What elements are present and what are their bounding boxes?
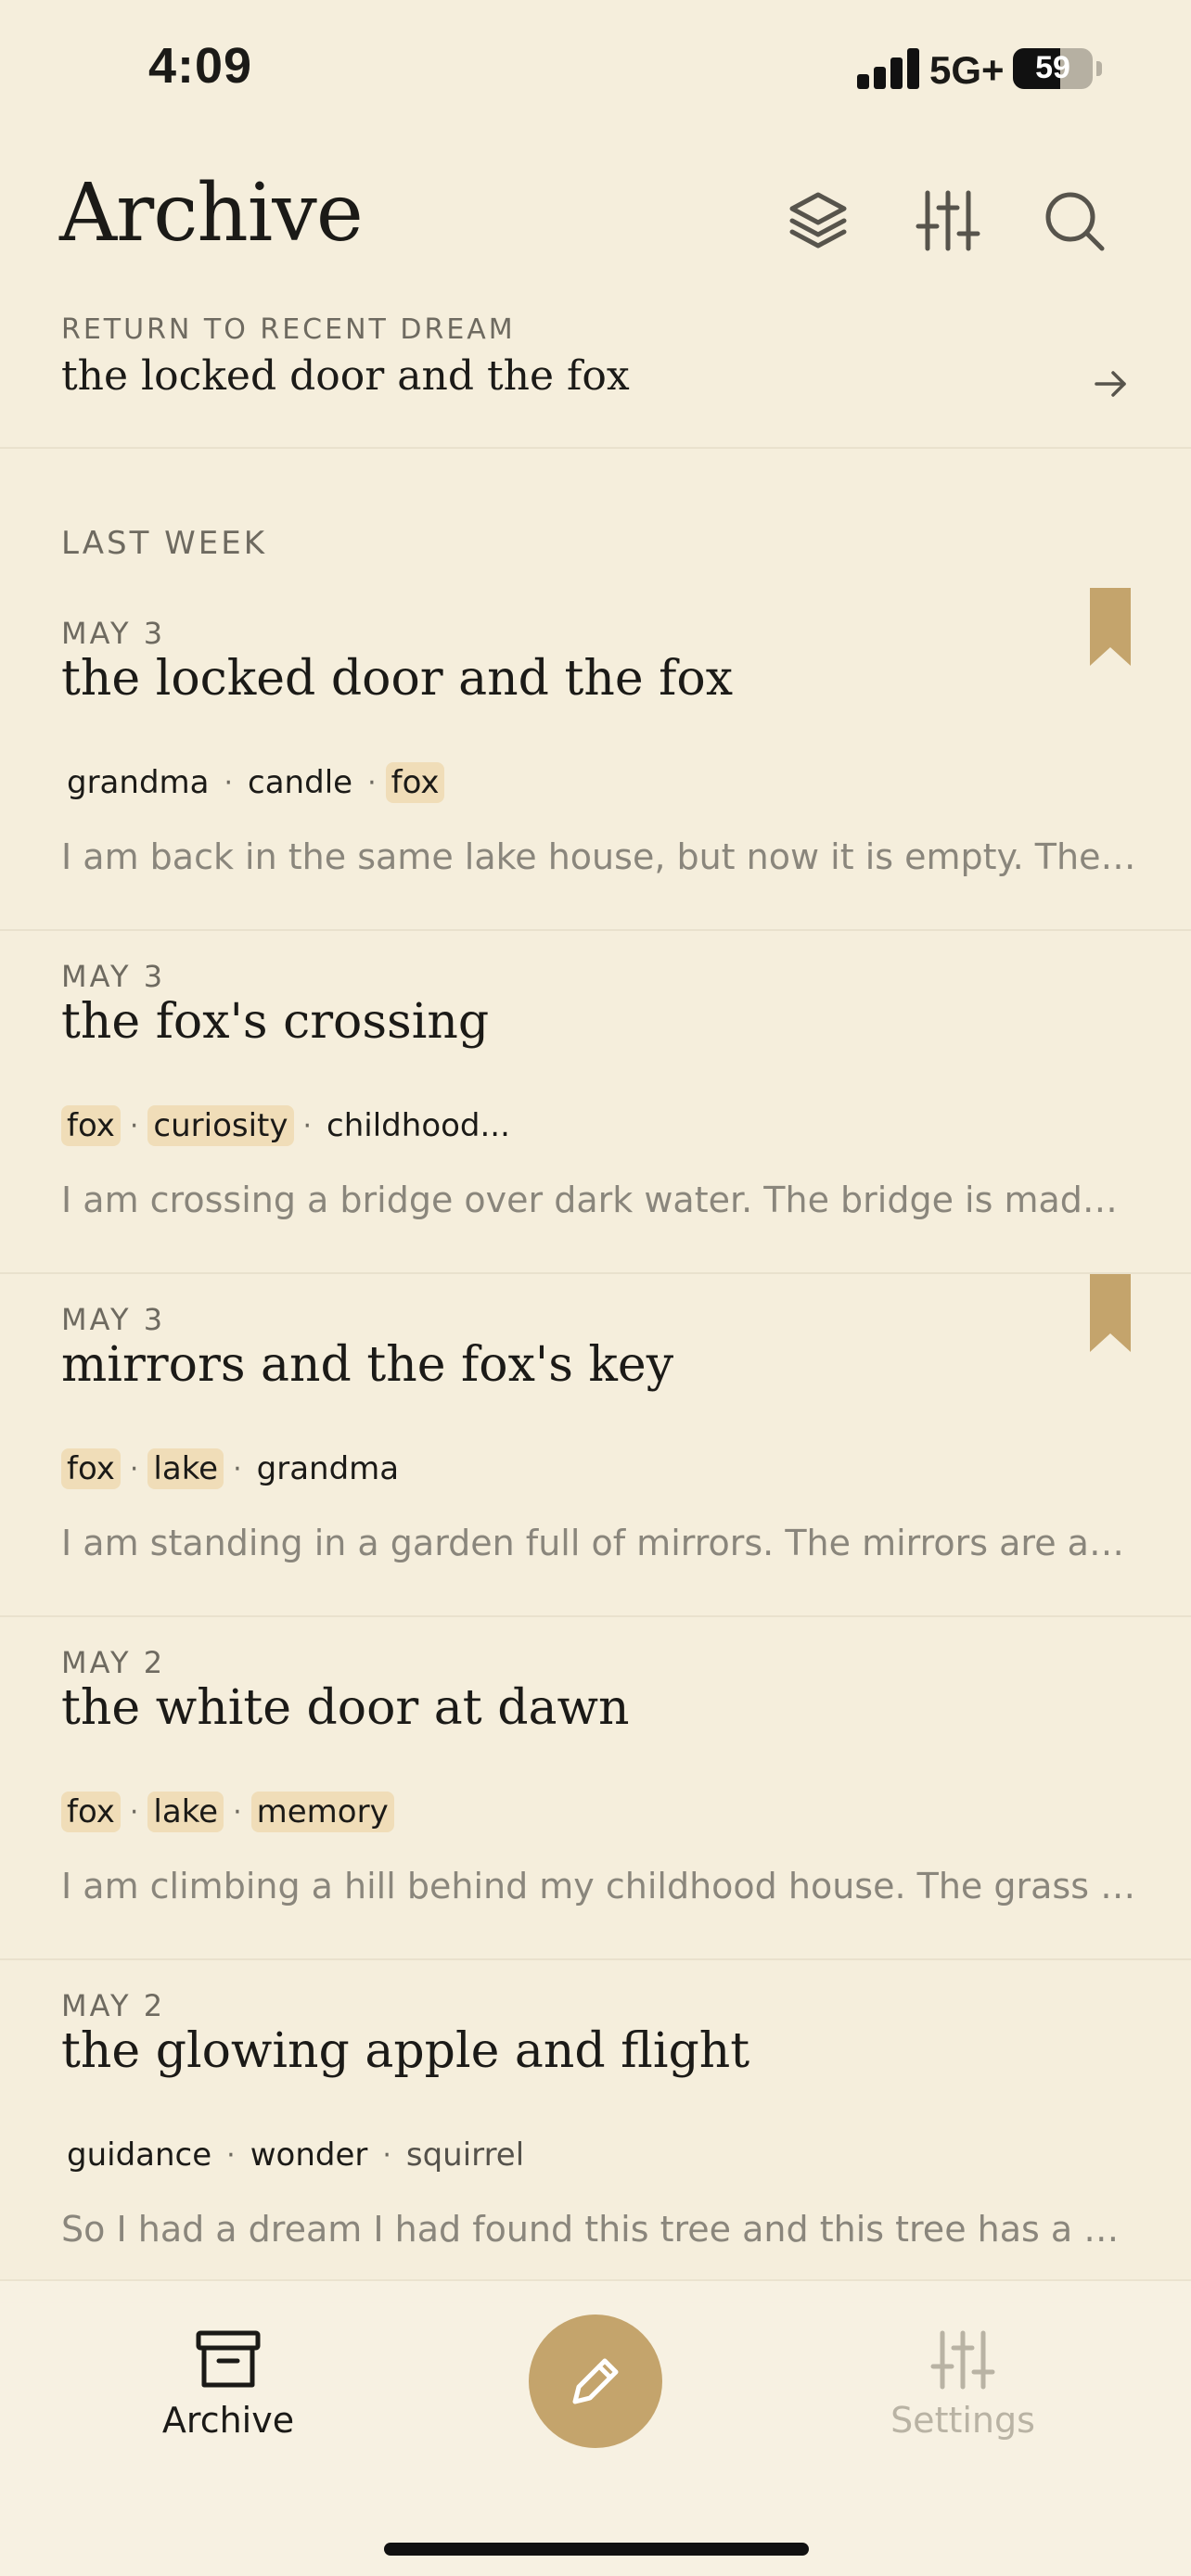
entry-excerpt: So I had a dream I had found this tree a…	[61, 2209, 1137, 2250]
entry-title: the glowing apple and flight	[61, 2023, 750, 2079]
compose-button[interactable]	[529, 2315, 662, 2448]
entry-tags: guidance · wonder · squirrel	[61, 2133, 530, 2177]
home-indicator	[384, 2543, 809, 2556]
battery-level: 59	[1035, 50, 1070, 85]
tag: memory	[250, 1792, 394, 1832]
tag-separator: ·	[224, 766, 234, 799]
dream-entry[interactable]: MAY 3 mirrors and the fox's key fox · lake · g…	[0, 1274, 1191, 1617]
tag: grandma	[256, 1450, 400, 1487]
tag: childhood...	[327, 1107, 510, 1144]
status-bar: 4:09 5G+ 59	[0, 0, 1191, 139]
dream-entry[interactable]: MAY 3 the fox's crossing fox · curiosity · chi…	[0, 931, 1191, 1274]
tag-separator: ·	[129, 1109, 139, 1142]
tab-bar: Archive Settings	[0, 2279, 1191, 2576]
tag: wonder	[250, 2136, 368, 2174]
entry-excerpt: I am standing in a garden full of mirror…	[61, 1523, 1137, 1563]
tab-archive[interactable]: Archive	[108, 2281, 349, 2467]
tag: lake	[147, 1448, 224, 1489]
tag: squirrel	[405, 2136, 525, 2174]
tag: candle	[248, 764, 353, 801]
tag-separator: ·	[367, 766, 377, 799]
tag-separator: ·	[129, 1452, 139, 1486]
entry-date: MAY 2	[61, 1645, 166, 1680]
tab-archive-label: Archive	[161, 2400, 295, 2441]
pencil-icon	[572, 2358, 619, 2404]
tag: grandma	[67, 764, 210, 801]
entry-excerpt: I am crossing a bridge over dark water. …	[61, 1180, 1137, 1220]
status-time: 4:09	[148, 38, 253, 94]
battery-tip	[1096, 61, 1102, 76]
entry-date: MAY 2	[61, 1988, 166, 2023]
dream-entry[interactable]: MAY 3 the locked door and the fox grandma ·…	[0, 588, 1191, 931]
entry-title: mirrors and the fox's key	[61, 1337, 674, 1393]
dream-entry[interactable]: MAY 2 the white door at dawn fox · lake · memo…	[0, 1617, 1191, 1960]
tag: lake	[147, 1792, 224, 1832]
tag-separator: ·	[226, 2138, 236, 2172]
bookmark-icon[interactable]	[1090, 1274, 1131, 1352]
network-type: 5G+	[929, 48, 1005, 92]
tag-separator: ·	[233, 1795, 242, 1829]
tag: fox	[385, 762, 445, 803]
settings-sliders-icon	[926, 2327, 1000, 2392]
tag-separator: ·	[233, 1452, 242, 1486]
entry-title: the locked door and the fox	[61, 651, 734, 707]
layers-icon[interactable]	[783, 185, 853, 256]
signal-strength-icon	[857, 48, 920, 89]
entry-tags: fox · lake · grandma	[61, 1447, 404, 1491]
entry-date: MAY 3	[61, 616, 166, 651]
arrow-right-icon	[1091, 365, 1132, 402]
tab-settings[interactable]: Settings	[842, 2281, 1083, 2467]
entry-excerpt: I am climbing a hill behind my childhood…	[61, 1866, 1137, 1906]
tag: fox	[61, 1105, 121, 1146]
entry-date: MAY 3	[61, 959, 166, 994]
tag-separator: ·	[302, 1109, 313, 1142]
tag: guidance	[67, 2136, 212, 2174]
page-title: Archive	[59, 167, 364, 260]
tag-separator: ·	[382, 2138, 391, 2172]
bookmark-icon[interactable]	[1090, 588, 1131, 666]
battery-icon: 59	[1013, 48, 1093, 89]
entry-date: MAY 3	[61, 1302, 166, 1337]
tab-settings-label: Settings	[890, 2400, 1035, 2441]
search-icon[interactable]	[1039, 185, 1109, 256]
tag: fox	[61, 1448, 121, 1489]
entry-title: the fox's crossing	[61, 994, 490, 1050]
archive-box-icon	[191, 2327, 265, 2392]
tag: curiosity	[147, 1105, 294, 1146]
entry-title: the white door at dawn	[61, 1680, 630, 1736]
section-heading: LAST WEEK	[61, 525, 268, 562]
entry-tags: grandma · candle · fox	[61, 760, 445, 805]
tag: fox	[61, 1792, 121, 1832]
recent-dream-link[interactable]: RETURN TO RECENT DREAM the locked door a…	[0, 306, 1191, 449]
dream-entry[interactable]: MAY 2 the glowing apple and flight guidanc…	[0, 1960, 1191, 2303]
tag-separator: ·	[129, 1795, 139, 1829]
filter-sliders-icon[interactable]	[913, 185, 983, 256]
entry-excerpt: I am back in the same lake house, but no…	[61, 836, 1137, 877]
entry-tags: fox · curiosity · childhood...	[61, 1103, 516, 1148]
recent-dream-label: RETURN TO RECENT DREAM	[61, 313, 516, 346]
entry-tags: fox · lake · memory	[61, 1790, 394, 1834]
recent-dream-title: the locked door and the fox	[61, 352, 630, 400]
